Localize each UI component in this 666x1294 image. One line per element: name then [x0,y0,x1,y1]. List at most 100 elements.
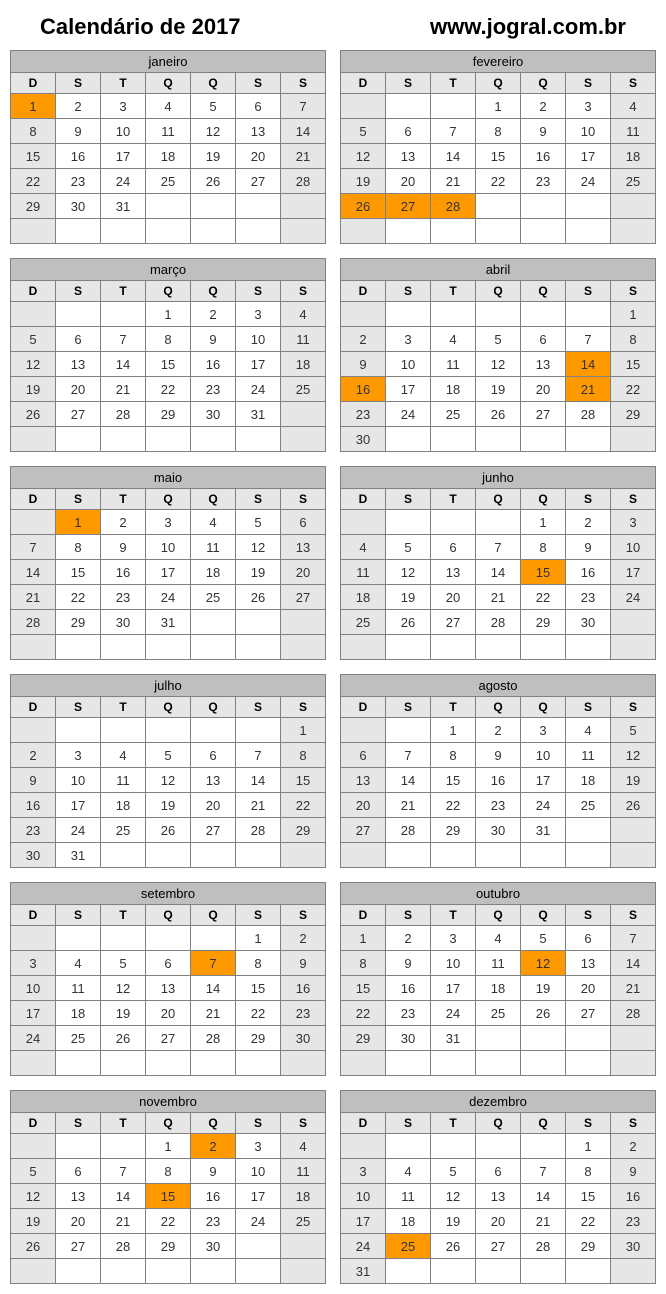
day-cell [521,1026,566,1051]
day-cell: 27 [386,194,431,219]
dow-header: Q [146,905,191,926]
day-cell: 27 [146,1026,191,1051]
day-cell [341,843,386,868]
day-cell: 18 [611,144,656,169]
dow-header: T [101,1113,146,1134]
day-cell: 25 [191,585,236,610]
day-cell: 11 [281,327,326,352]
day-cell: 17 [236,1184,281,1209]
day-cell: 10 [566,119,611,144]
day-cell: 24 [431,1001,476,1026]
day-cell: 27 [431,610,476,635]
month-name: novembro [11,1091,326,1113]
dow-header: Q [476,1113,521,1134]
day-cell: 6 [146,951,191,976]
day-cell: 20 [431,585,476,610]
day-cell [521,302,566,327]
day-cell: 30 [341,427,386,452]
day-cell: 25 [281,1209,326,1234]
day-cell [566,635,611,660]
day-cell: 12 [236,535,281,560]
day-cell: 15 [146,1184,191,1209]
day-cell: 19 [431,1209,476,1234]
day-cell: 2 [386,926,431,951]
day-cell [611,1026,656,1051]
day-cell: 21 [281,144,326,169]
day-cell: 2 [56,94,101,119]
day-cell: 26 [521,1001,566,1026]
day-cell: 5 [146,743,191,768]
day-cell [476,1051,521,1076]
day-cell: 28 [11,610,56,635]
day-cell: 16 [281,976,326,1001]
day-cell [341,94,386,119]
day-cell: 19 [521,976,566,1001]
day-cell: 4 [146,94,191,119]
day-cell [341,718,386,743]
day-cell: 19 [386,585,431,610]
day-cell: 11 [191,535,236,560]
dow-header: T [101,697,146,718]
day-cell: 25 [281,377,326,402]
month-outubro: outubroDSTQQSS12345678910111213141516171… [340,882,656,1076]
day-cell [101,718,146,743]
day-cell: 14 [611,951,656,976]
day-cell [476,635,521,660]
day-cell [431,1259,476,1284]
day-cell: 7 [281,94,326,119]
day-cell: 26 [11,402,56,427]
dow-header: D [11,697,56,718]
day-cell: 15 [476,144,521,169]
day-cell [431,843,476,868]
day-cell: 22 [146,377,191,402]
day-cell: 8 [56,535,101,560]
day-cell [11,219,56,244]
day-cell: 25 [146,169,191,194]
day-cell: 17 [101,144,146,169]
page-header: Calendário de 2017 www.jogral.com.br [10,10,656,50]
day-cell: 23 [191,1209,236,1234]
month-name: julho [11,675,326,697]
day-cell: 4 [281,302,326,327]
day-cell: 24 [521,793,566,818]
day-cell [476,510,521,535]
day-cell [566,302,611,327]
day-cell [191,718,236,743]
day-cell: 8 [281,743,326,768]
day-cell [386,1259,431,1284]
day-cell [11,427,56,452]
day-cell: 10 [146,535,191,560]
dow-header: S [386,697,431,718]
day-cell [56,926,101,951]
dow-header: Q [191,1113,236,1134]
day-cell: 27 [566,1001,611,1026]
dow-header: T [431,281,476,302]
day-cell: 25 [476,1001,521,1026]
dow-header: T [101,905,146,926]
day-cell [281,1234,326,1259]
day-cell: 1 [146,1134,191,1159]
day-cell: 6 [56,1159,101,1184]
month-name: outubro [341,883,656,905]
day-cell [476,1259,521,1284]
day-cell [521,843,566,868]
day-cell: 6 [56,327,101,352]
day-cell: 9 [281,951,326,976]
day-cell: 14 [431,144,476,169]
day-cell: 28 [101,402,146,427]
dow-header: D [11,1113,56,1134]
dow-header: Q [191,489,236,510]
day-cell: 7 [191,951,236,976]
day-cell: 3 [521,718,566,743]
day-cell: 10 [611,535,656,560]
day-cell: 12 [476,352,521,377]
day-cell [56,302,101,327]
day-cell: 24 [146,585,191,610]
day-cell [386,843,431,868]
day-cell: 2 [281,926,326,951]
day-cell: 14 [101,352,146,377]
day-cell: 1 [236,926,281,951]
day-cell: 6 [431,535,476,560]
day-cell: 3 [431,926,476,951]
day-cell [566,843,611,868]
